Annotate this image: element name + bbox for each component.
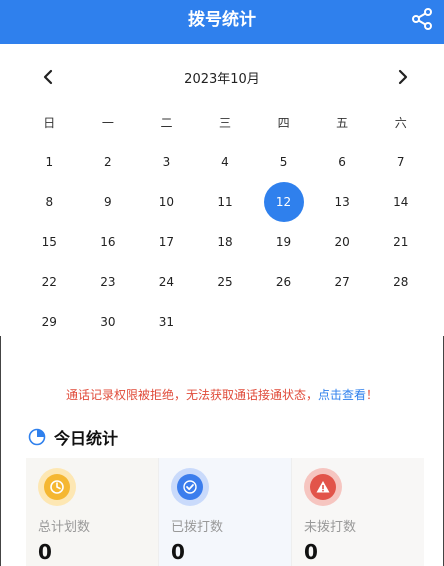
day-number: 27 — [334, 275, 350, 289]
permission-warning: 通话记录权限被拒绝，无法获取通话接通状态，点击查看！ — [0, 386, 444, 403]
day-number: 19 — [275, 235, 292, 249]
calendar-day[interactable]: 2 — [79, 142, 138, 182]
calendar-header: 2023年10月 — [0, 62, 444, 94]
day-number: 11 — [217, 195, 233, 209]
warning-text: 通话记录权限被拒绝，无法获取通话接通状态， — [65, 388, 318, 402]
check-circle-icon — [171, 468, 209, 506]
today-stats-header: 今日统计 — [28, 426, 118, 448]
stats-cards: 总计划数 0 已拨打数 0 未拨打数 0 — [26, 458, 424, 566]
calendar-day[interactable]: 27 — [313, 262, 372, 302]
calendar-day[interactable]: 10 — [137, 182, 196, 222]
day-number: 23 — [100, 275, 116, 289]
calendar-day[interactable]: 21 — [371, 222, 430, 262]
day-number: 21 — [393, 235, 409, 249]
day-number: 7 — [396, 155, 405, 169]
day-number: 20 — [334, 235, 350, 249]
day-number: 18 — [217, 235, 233, 249]
warning-suffix: ！ — [366, 388, 379, 402]
day-number: 22 — [41, 275, 57, 289]
weekday-label: 一 — [101, 116, 114, 130]
calendar-day[interactable]: 4 — [196, 142, 255, 182]
day-number: 5 — [279, 155, 288, 169]
day-number: 26 — [275, 275, 292, 289]
weekday-label: 三 — [219, 116, 232, 130]
clock-icon — [38, 468, 76, 506]
stat-value: 0 — [304, 540, 318, 564]
stat-value: 0 — [38, 540, 52, 564]
stat-card-total[interactable]: 总计划数 0 — [26, 458, 159, 566]
day-number: 10 — [158, 195, 175, 209]
day-number: 9 — [104, 195, 112, 209]
weekday-label: 日 — [43, 116, 56, 130]
alert-icon — [304, 468, 342, 506]
app-header: 拨号统计 — [0, 0, 444, 44]
stat-label: 已拨打数 — [171, 520, 224, 535]
calendar-day[interactable]: 5 — [254, 142, 313, 182]
stat-label: 总计划数 — [38, 520, 91, 535]
stat-card-undialed[interactable]: 未拨打数 0 — [292, 458, 424, 566]
day-number: 17 — [158, 235, 175, 249]
day-number: 25 — [217, 275, 233, 289]
chevron-right-icon[interactable] — [391, 66, 413, 88]
month-title: 2023年10月 — [184, 72, 260, 87]
calendar-day[interactable]: 1 — [20, 142, 79, 182]
calendar-day[interactable]: 20 — [313, 222, 372, 262]
calendar-day[interactable]: 19 — [254, 222, 313, 262]
calendar-day[interactable]: 23 — [79, 262, 138, 302]
calendar-day[interactable]: 11 — [196, 182, 255, 222]
calendar-day[interactable]: 15 — [20, 222, 79, 262]
calendar-day[interactable]: 14 — [371, 182, 430, 222]
day-number: 1 — [45, 155, 54, 169]
day-number: 15 — [41, 235, 57, 249]
page-title: 拨号统计 — [188, 10, 256, 30]
calendar-day-selected[interactable]: 12 — [254, 182, 313, 222]
calendar-day[interactable]: 28 — [371, 262, 430, 302]
day-number: 4 — [221, 155, 229, 169]
calendar-days-grid: 1 2 3 4 5 6 7 8 9 10 11 12 13 14 15 16 17 18 19 20 21 22 23 24 2… — [20, 142, 430, 342]
view-details-link[interactable]: 点击查看 — [318, 388, 366, 402]
day-number: 3 — [162, 155, 171, 169]
stat-label: 未拨打数 — [304, 520, 357, 535]
day-number: 28 — [393, 275, 409, 289]
stat-value: 0 — [171, 540, 185, 564]
calendar-day[interactable]: 3 — [137, 142, 196, 182]
day-number: 16 — [100, 235, 116, 249]
calendar-day[interactable]: 26 — [254, 262, 313, 302]
pie-chart-icon — [28, 428, 46, 446]
weekday-label: 二 — [160, 116, 173, 130]
calendar-day[interactable]: 6 — [313, 142, 372, 182]
stat-card-dialed[interactable]: 已拨打数 0 — [159, 458, 292, 566]
share-icon[interactable] — [410, 7, 434, 31]
section-title: 今日统计 — [54, 429, 119, 448]
weekday-label: 六 — [394, 116, 407, 130]
calendar-day[interactable]: 18 — [196, 222, 255, 262]
day-number: 13 — [334, 195, 350, 209]
calendar-day[interactable]: 17 — [137, 222, 196, 262]
calendar-day[interactable]: 16 — [79, 222, 138, 262]
calendar-day[interactable]: 25 — [196, 262, 255, 302]
weekday-row: 日 一 二 三 四 五 六 — [20, 114, 430, 134]
day-number: 24 — [158, 275, 175, 289]
weekday-label: 四 — [277, 116, 290, 130]
calendar-day[interactable]: 13 — [313, 182, 372, 222]
calendar-day[interactable]: 24 — [137, 262, 196, 302]
day-number: 12 — [263, 182, 304, 222]
calendar-day[interactable]: 22 — [20, 262, 79, 302]
day-number: 2 — [104, 155, 112, 169]
day-number: 14 — [393, 195, 409, 209]
calendar-day[interactable]: 8 — [20, 182, 79, 222]
calendar-day[interactable]: 9 — [79, 182, 138, 222]
day-number: 8 — [45, 195, 54, 209]
day-number: 6 — [338, 155, 346, 169]
calendar-day[interactable]: 7 — [371, 142, 430, 182]
weekday-label: 五 — [336, 116, 349, 130]
